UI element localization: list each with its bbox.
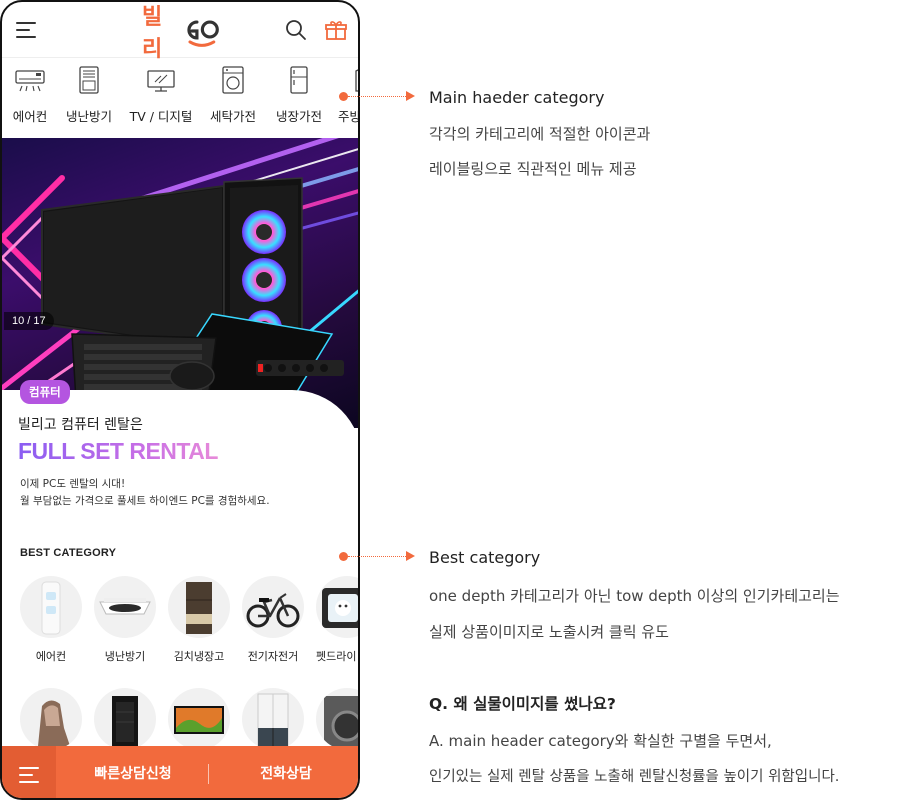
product-image xyxy=(94,688,156,750)
best-item-e-bike[interactable]: 전기자전거 xyxy=(242,576,304,664)
best-item-massage-chair[interactable] xyxy=(20,688,82,750)
product-image xyxy=(168,688,230,750)
fridge-icon xyxy=(290,66,308,94)
top-bar: 빌리 xyxy=(2,2,358,62)
annotation-text: 각각의 카테고리에 적절한 아이콘과 xyxy=(429,125,651,143)
phone-consult-button[interactable]: 전화상담 xyxy=(212,746,358,798)
annotation-connector xyxy=(348,96,406,97)
annotation-dot xyxy=(339,552,348,561)
category-air-conditioner[interactable]: 에어컨 xyxy=(8,66,52,130)
washer-icon xyxy=(222,66,244,94)
logo-text: 빌리 xyxy=(142,5,162,62)
category-label: 에어컨 xyxy=(12,109,48,124)
category-washer[interactable]: 세탁가전 xyxy=(208,66,258,130)
search-icon[interactable] xyxy=(284,18,308,42)
category-badge: 컴퓨터 xyxy=(20,380,70,404)
category-label: TV / 디지털 xyxy=(129,109,193,124)
best-item-air-conditioner[interactable]: 에어컨 xyxy=(20,576,82,664)
best-item-kimchi-fridge[interactable]: 김치냉장고 xyxy=(168,576,230,664)
quick-consult-button[interactable]: 빠른상담신청 xyxy=(60,746,206,798)
best-item-label: 전기자전거 xyxy=(247,650,299,663)
annotation-answer: 인기있는 실제 렌탈 상품을 노출해 렌탈신청률을 높이기 위함입니다. xyxy=(429,769,840,785)
best-item-label: 냉난방기 xyxy=(104,650,146,663)
logo-go-mark xyxy=(187,20,220,47)
category-tv-digital[interactable]: TV / 디지털 xyxy=(128,66,194,130)
annotation-text: one depth 카테고리가 아닌 tow depth 이상의 인기카테고리는 xyxy=(429,587,840,605)
air-conditioner-icon xyxy=(15,70,45,92)
category-label: 냉장가전 xyxy=(275,109,322,124)
hero-card xyxy=(2,390,358,540)
category-label: 세탁가전 xyxy=(209,109,256,124)
annotation-question: Q. 왜 실물이미지를 썼나요? xyxy=(429,695,616,713)
tv-icon xyxy=(147,70,175,92)
annotation-answer: A. main header category와 확실한 구별을 두면서, xyxy=(429,732,772,750)
kitchen-icon xyxy=(355,69,358,92)
hero-subtitle: 빌리고 컴퓨터 렌탈은 xyxy=(18,417,143,433)
product-image xyxy=(242,688,304,750)
best-item-pc[interactable] xyxy=(94,688,156,750)
bottom-bar: 빠른상담신청 전화상담 xyxy=(2,746,358,798)
category-fridge[interactable]: 냉장가전 xyxy=(274,66,324,130)
product-image xyxy=(168,576,230,638)
product-image xyxy=(242,576,304,638)
best-item-tv[interactable] xyxy=(168,688,230,750)
best-category-title: BEST CATEGORY xyxy=(20,547,117,559)
hero-description-line: 이제 PC도 렌탈의 시대! xyxy=(20,478,126,490)
annotation-heading: Main haeder category xyxy=(429,88,605,107)
best-item-washer[interactable] xyxy=(316,688,358,750)
best-item-refrigerator[interactable] xyxy=(242,688,304,750)
slide-counter: 10 / 17 xyxy=(4,312,54,330)
annotation-heading: Best category xyxy=(429,548,541,567)
annotation-text: 실제 상품이미지로 노출시켜 클릭 유도 xyxy=(429,623,669,641)
best-item-label: 김치냉장고 xyxy=(173,650,225,663)
category-heater[interactable]: 냉난방기 xyxy=(64,66,114,130)
divider xyxy=(208,764,209,784)
gift-icon[interactable] xyxy=(324,18,348,42)
phone-frame: 빌리 에어컨 냉난방기 TV / 디지털 세탁가전 냉장가전 주방 10 / 1… xyxy=(0,0,360,800)
category-label: 냉난방기 xyxy=(65,109,112,124)
product-image xyxy=(316,576,358,638)
main-header-category: 에어컨 냉난방기 TV / 디지털 세탁가전 냉장가전 주방 xyxy=(2,58,360,136)
product-image xyxy=(316,688,358,750)
hamburger-menu-icon[interactable] xyxy=(16,22,38,38)
hero-description-line: 월 부담없는 가격으로 풀세트 하이엔드 PC를 경험하세요. xyxy=(20,495,270,507)
best-item-pet-dryer[interactable]: 펫드라이 xyxy=(316,576,358,664)
product-image xyxy=(20,688,82,750)
category-label: 주방 xyxy=(338,109,360,124)
best-item-heater[interactable]: 냉난방기 xyxy=(94,576,156,664)
annotation-dot xyxy=(339,92,348,101)
heater-icon xyxy=(79,66,99,94)
bottom-menu-icon[interactable] xyxy=(2,746,56,798)
annotation-arrow-icon xyxy=(406,551,415,561)
best-item-label: 에어컨 xyxy=(35,650,67,663)
product-image xyxy=(94,576,156,638)
hero-title: FULL SET RENTAL xyxy=(18,438,218,464)
annotation-connector xyxy=(348,556,406,557)
product-image xyxy=(20,576,82,638)
logo[interactable]: 빌리 xyxy=(142,5,222,62)
best-item-label: 펫드라이 xyxy=(316,650,357,663)
annotation-arrow-icon xyxy=(406,91,415,101)
annotation-text: 레이블링으로 직관적인 메뉴 제공 xyxy=(429,160,637,178)
